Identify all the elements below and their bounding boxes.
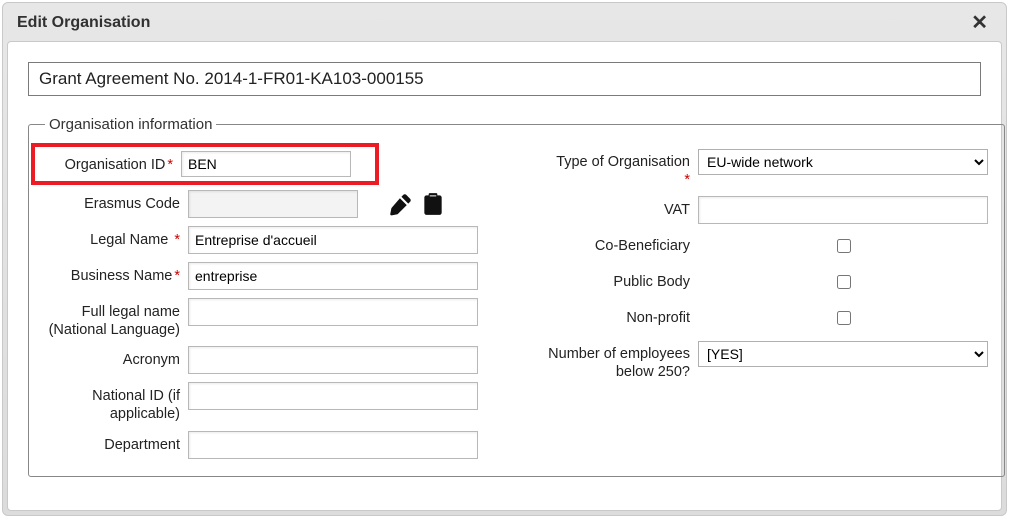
public-body-label: Public Body — [545, 267, 698, 291]
co-beneficiary-checkbox[interactable] — [837, 239, 851, 253]
dialog-title: Edit Organisation — [17, 14, 150, 32]
acronym-input[interactable] — [188, 346, 478, 374]
organisation-information-fieldset: Organisation information Organisation ID… — [28, 116, 1005, 477]
required-marker: * — [174, 232, 180, 248]
clipboard-icon[interactable] — [420, 191, 446, 217]
non-profit-label: Non-profit — [545, 303, 698, 327]
num-employees-label: Number of employees below 250? — [545, 339, 698, 381]
dialog-titlebar: Edit Organisation ✕ — [3, 3, 1006, 41]
business-name-input[interactable] — [188, 262, 478, 290]
full-legal-name-label: Full legal name (National Language) — [45, 297, 188, 339]
national-id-label: National ID (if applicable) — [45, 381, 188, 423]
edit-icon[interactable] — [388, 191, 414, 217]
acronym-label: Acronym — [45, 345, 188, 369]
vat-input[interactable] — [698, 196, 988, 224]
organisation-id-input[interactable] — [181, 151, 351, 177]
erasmus-code-label: Erasmus Code — [45, 189, 188, 213]
right-column: Type of Organisation * EU-wide network V… — [545, 147, 988, 466]
department-label: Department — [45, 430, 188, 454]
num-employees-select[interactable]: [YES] — [698, 341, 988, 367]
vat-label: VAT — [545, 195, 698, 219]
required-marker: * — [684, 172, 690, 188]
erasmus-code-input[interactable] — [188, 190, 358, 218]
non-profit-checkbox[interactable] — [837, 311, 851, 325]
grant-agreement-label: Grant Agreement No. — [39, 69, 204, 88]
full-legal-name-input[interactable] — [188, 298, 478, 326]
required-marker: * — [174, 268, 180, 284]
national-id-input[interactable] — [188, 382, 478, 410]
organisation-id-label: Organisation ID* — [45, 153, 181, 174]
edit-organisation-dialog: Edit Organisation ✕ Grant Agreement No. … — [2, 2, 1007, 516]
department-input[interactable] — [188, 431, 478, 459]
co-beneficiary-label: Co-Beneficiary — [545, 231, 698, 255]
organisation-information-legend: Organisation information — [45, 116, 216, 133]
close-icon[interactable]: ✕ — [967, 13, 992, 33]
type-of-organisation-label: Type of Organisation * — [545, 147, 698, 189]
type-of-organisation-select[interactable]: EU-wide network — [698, 149, 988, 175]
public-body-checkbox[interactable] — [837, 275, 851, 289]
required-marker: * — [167, 157, 173, 173]
legal-name-label: Legal Name * — [45, 225, 188, 249]
legal-name-input[interactable] — [188, 226, 478, 254]
grant-agreement-box: Grant Agreement No. 2014-1-FR01-KA103-00… — [28, 62, 981, 96]
dialog-body: Grant Agreement No. 2014-1-FR01-KA103-00… — [7, 41, 1002, 511]
grant-agreement-number: 2014-1-FR01-KA103-000155 — [204, 69, 423, 88]
left-column: Organisation ID* Erasmus Code — [45, 147, 515, 466]
business-name-label: Business Name* — [45, 261, 188, 285]
organisation-id-highlight: Organisation ID* — [31, 143, 379, 185]
